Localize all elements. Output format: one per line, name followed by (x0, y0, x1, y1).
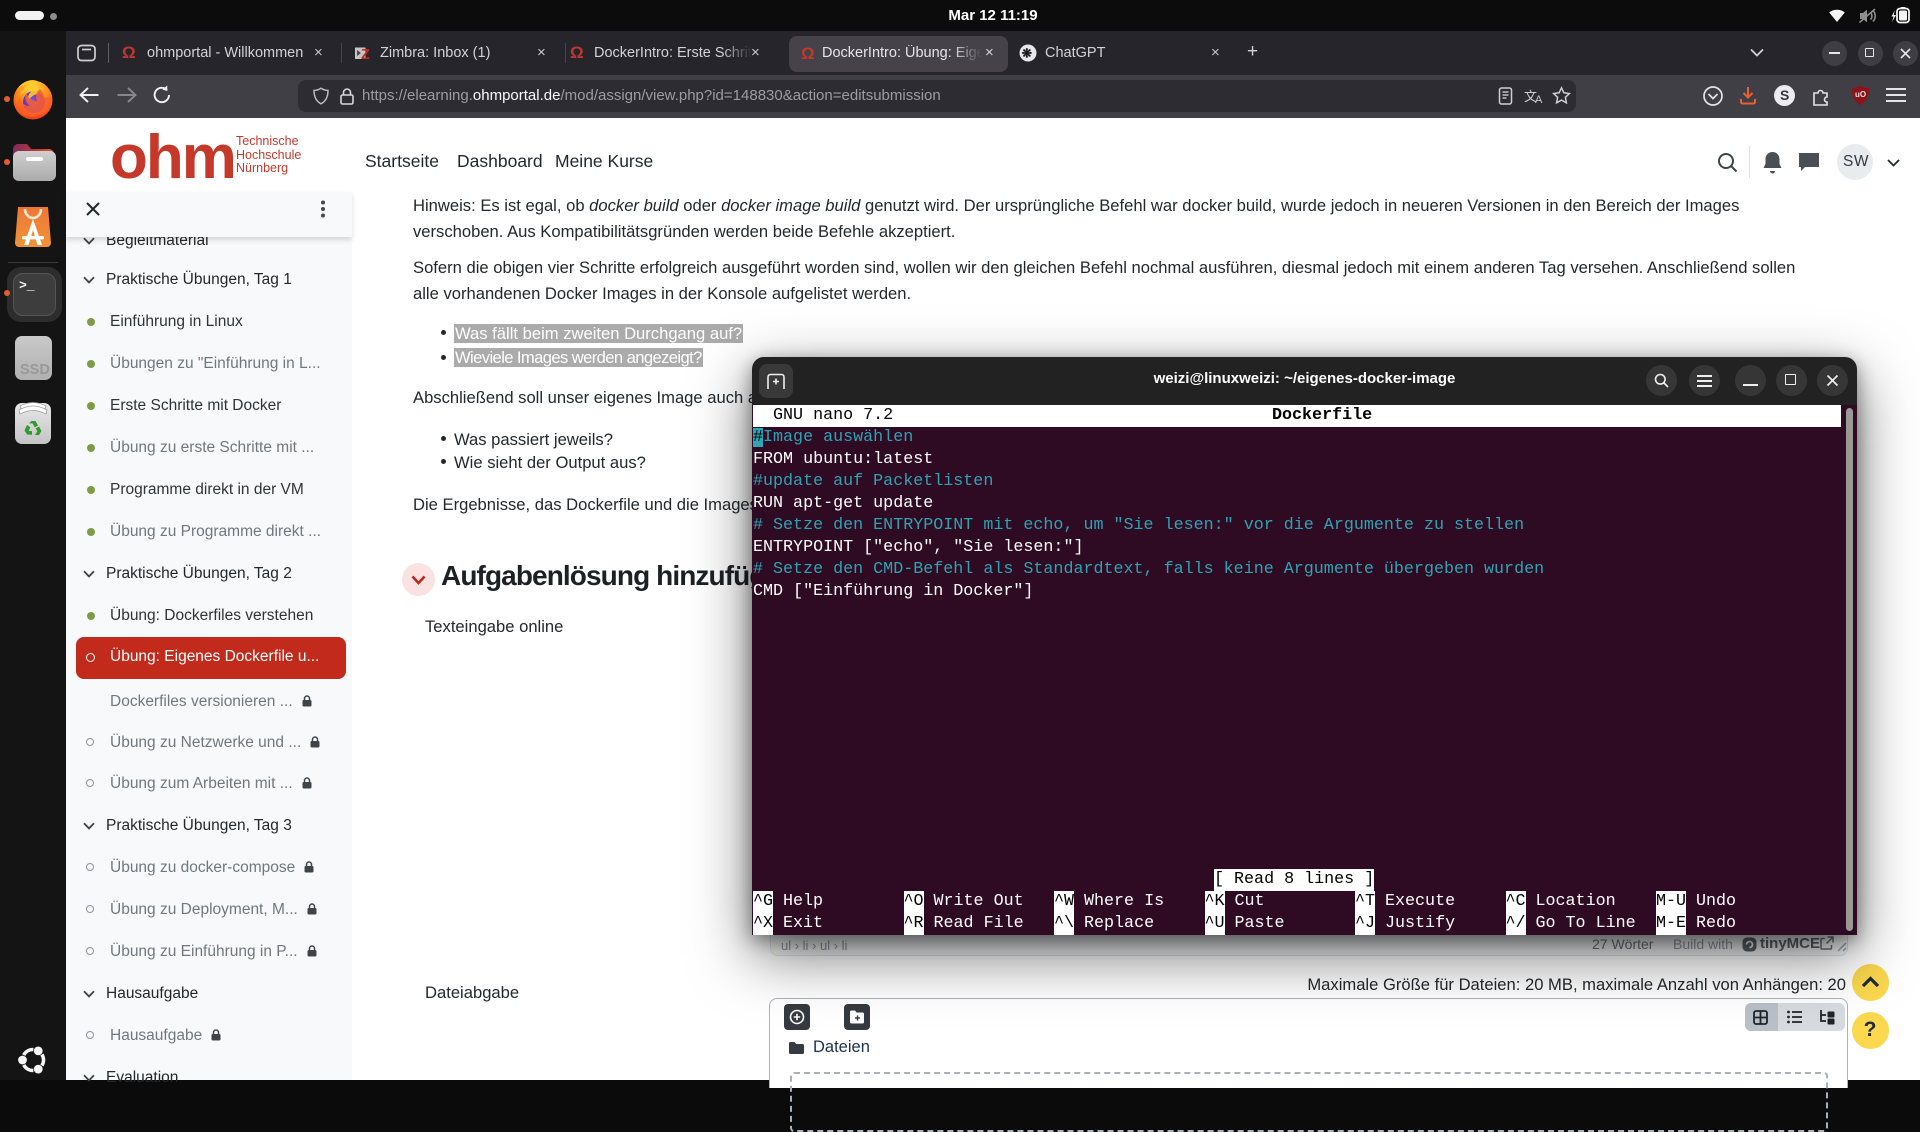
svg-text:❋: ❋ (1022, 47, 1033, 61)
svg-text:SSD: SSD (20, 362, 50, 378)
svg-text:uO: uO (1855, 90, 1866, 99)
svg-text:Z: Z (361, 47, 370, 60)
